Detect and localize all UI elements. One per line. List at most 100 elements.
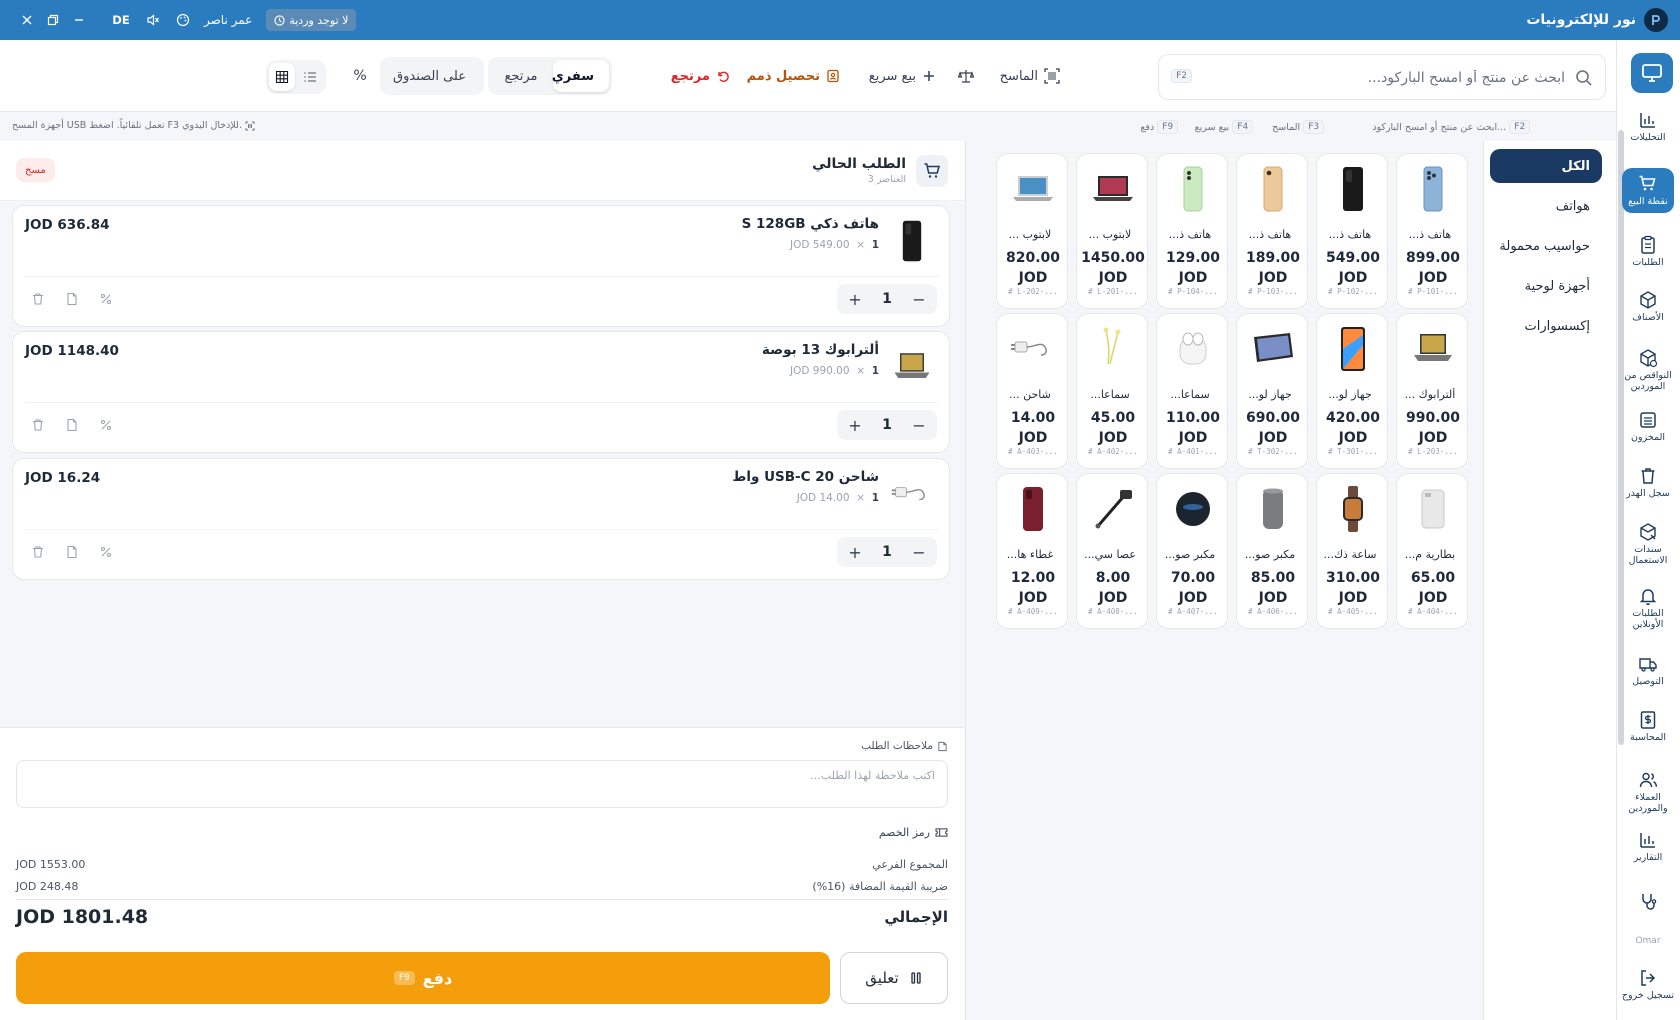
quantity-increase-button[interactable]: + [847, 290, 863, 309]
category-item[interactable]: إكسسوارات [1490, 309, 1602, 343]
contact-card-icon [827, 69, 839, 83]
user-name[interactable]: عمر ناصر [204, 13, 252, 27]
order-notes-input[interactable] [16, 760, 948, 808]
order-notes-label: ملاحظات الطلب [861, 740, 948, 752]
product-card[interactable]: عصا سي... 8.00 JOD # A-408-... [1076, 473, 1148, 629]
product-card[interactable]: ألترابوك ... 990.00 JOD # L-203-... [1396, 313, 1468, 469]
product-card[interactable]: جهاز لو... 690.00 JOD # T-302-... [1236, 313, 1308, 469]
theme-palette-icon[interactable] [170, 7, 196, 33]
product-card[interactable]: غطاء ها... 12.00 JOD # A-409-... [996, 473, 1068, 629]
product-card[interactable]: لابتوب ... 1450.00 JOD # L-201-... [1076, 153, 1148, 309]
language-toggle[interactable]: DE [106, 7, 136, 33]
item-discount-icon[interactable] [99, 418, 113, 432]
shift-status-badge[interactable]: لا توجد وردية [266, 9, 357, 31]
cart-item[interactable]: شاحن USB-C 20 واط JOD 14.00 × 1 JOD 16.2… [12, 458, 950, 580]
product-name: هاتف ذ... [1408, 228, 1452, 241]
quantity-decrease-button[interactable]: − [911, 290, 927, 309]
discount-code-button[interactable]: رمز الخصم [879, 826, 948, 839]
subtotal-value: JOD 1553.00 [16, 858, 86, 871]
pos-screen-button[interactable] [1631, 53, 1673, 93]
delete-item-icon[interactable] [31, 418, 45, 432]
product-name: لابتوب ... [1088, 228, 1132, 241]
sidebar-item-package-alert[interactable]: النواقص من الموردين [1622, 348, 1674, 392]
category-item[interactable]: أجهزة لوحية [1490, 269, 1602, 303]
cart-item-meta: JOD 990.00 × 1 [790, 365, 879, 377]
product-card[interactable]: شاحن ... 14.00 JOD # A-403-... [996, 313, 1068, 469]
list-view-button[interactable] [297, 63, 323, 91]
item-discount-icon[interactable] [99, 545, 113, 559]
cart-item[interactable]: ألترابوك 13 بوصة JOD 990.00 × 1 JOD 1148… [12, 331, 950, 453]
minimize-window-icon[interactable] [66, 7, 92, 33]
sidebar-item-truck[interactable]: التوصيل [1622, 654, 1674, 687]
product-card[interactable]: مكبر صو... 70.00 JOD # A-407-... [1156, 473, 1228, 629]
close-window-icon[interactable] [14, 7, 40, 33]
product-sku: # T-302-... [1248, 447, 1298, 456]
mute-icon[interactable] [140, 7, 166, 33]
product-card[interactable]: مكبر صو... 85.00 JOD # A-406-... [1236, 473, 1308, 629]
product-card[interactable]: سماعا... 110.00 JOD # A-401-... [1156, 313, 1228, 469]
sidebar-item-bar-chart[interactable]: التحليلات [1622, 110, 1674, 143]
product-card[interactable]: هاتف ذ... 899.00 JOD # P-101-... [1396, 153, 1468, 309]
order-type-return-tab[interactable]: مرتجع [491, 60, 551, 92]
category-item[interactable]: الكل [1490, 149, 1602, 183]
product-card[interactable]: بطارية م... 65.00 JOD # A-404-... [1396, 473, 1468, 629]
divider [16, 899, 948, 900]
return-button[interactable]: مرتجع [671, 60, 730, 92]
quantity-increase-button[interactable]: + [847, 543, 863, 562]
product-image [1328, 164, 1378, 214]
sidebar-item-users[interactable]: العملاء والموردين [1622, 770, 1674, 814]
item-note-icon[interactable] [65, 292, 79, 306]
logout-button[interactable]: تسجيل خروج [1622, 968, 1674, 1001]
sidebar-item-tools[interactable] [1622, 892, 1674, 912]
category-item[interactable]: حواسيب محمولة [1490, 229, 1602, 263]
search-input[interactable] [1225, 65, 1565, 91]
sidebar-item-report-chart[interactable]: التقارير [1622, 830, 1674, 863]
order-type-counter-tab[interactable]: على الصندوق [383, 60, 481, 92]
clear-cart-button[interactable]: مسح [16, 158, 55, 182]
quick-sale-button[interactable]: بيع سريع [869, 60, 936, 92]
sidebar-item-label: التقارير [1633, 852, 1663, 863]
delete-item-icon[interactable] [31, 292, 45, 306]
item-note-icon[interactable] [65, 545, 79, 559]
category-list: الكل هواتف حواسيب محمولة أجهزة لوحية إكسسوار… [1484, 141, 1616, 1020]
product-price: 1450.00 JOD [1081, 250, 1145, 286]
cart-item[interactable]: هاتف ذكي S 128GB JOD 549.00 × 1 JOD 636.… [12, 205, 950, 327]
discount-percent-button[interactable]: % [344, 60, 376, 92]
collect-debt-button[interactable]: تحصيل ذمم [747, 60, 840, 92]
package-alert-icon [1640, 349, 1658, 368]
delete-item-icon[interactable] [31, 545, 45, 559]
product-card[interactable]: هاتف ذ... 129.00 JOD # P-104-... [1156, 153, 1228, 309]
product-card[interactable]: ساعة ذك... 310.00 JOD # A-405-... [1316, 473, 1388, 629]
scanner-button[interactable]: الماسح [1000, 60, 1060, 92]
sidebar-item-dollar[interactable]: المحاسبة [1622, 710, 1674, 743]
sidebar-item-warehouse[interactable]: المخزون [1622, 410, 1674, 443]
hold-order-button[interactable]: تعليق [840, 952, 948, 1004]
pay-button[interactable]: F9 دفع [16, 952, 830, 1004]
quantity-decrease-button[interactable]: − [911, 543, 927, 562]
product-card[interactable]: لابتوب ... 820.00 JOD # L-202-... [996, 153, 1068, 309]
sidebar-item-clipboard[interactable]: الطلبات [1622, 235, 1674, 268]
sidebar-item-receipt[interactable]: سندات الاستعمال [1622, 522, 1674, 566]
product-card[interactable]: جهاز لو... 420.00 JOD # T-301-... [1316, 313, 1388, 469]
product-image [1328, 324, 1378, 374]
scale-icon-button[interactable] [958, 60, 974, 92]
quantity-increase-button[interactable]: + [847, 416, 863, 435]
product-sku: # L-202-... [1008, 287, 1058, 296]
product-image [891, 487, 925, 501]
search-box[interactable]: F2 [1158, 54, 1606, 100]
sidebar-item-box[interactable]: الأصناف [1622, 290, 1674, 323]
grid-view-button[interactable] [269, 63, 295, 91]
quantity-decrease-button[interactable]: − [911, 416, 927, 435]
item-discount-icon[interactable] [99, 292, 113, 306]
sidebar-item-label: التحليلات [1630, 132, 1666, 143]
restore-window-icon[interactable] [40, 7, 66, 33]
product-card[interactable]: هاتف ذ... 189.00 JOD # P-103-... [1236, 153, 1308, 309]
product-card[interactable]: هاتف ذ... 549.00 JOD # P-102-... [1316, 153, 1388, 309]
product-card[interactable]: سماعا... 45.00 JOD # A-402-... [1076, 313, 1148, 469]
sidebar-item-trash[interactable]: سجل الهدر [1622, 466, 1674, 499]
category-item[interactable]: هواتف [1490, 189, 1602, 223]
sidebar-item-cart[interactable]: نقطة البيع [1622, 168, 1674, 213]
order-type-takeaway-tab[interactable]: سفري [552, 60, 609, 92]
sidebar-item-bell[interactable]: الطلبات الأونلاين [1622, 586, 1674, 630]
item-note-icon[interactable] [65, 418, 79, 432]
